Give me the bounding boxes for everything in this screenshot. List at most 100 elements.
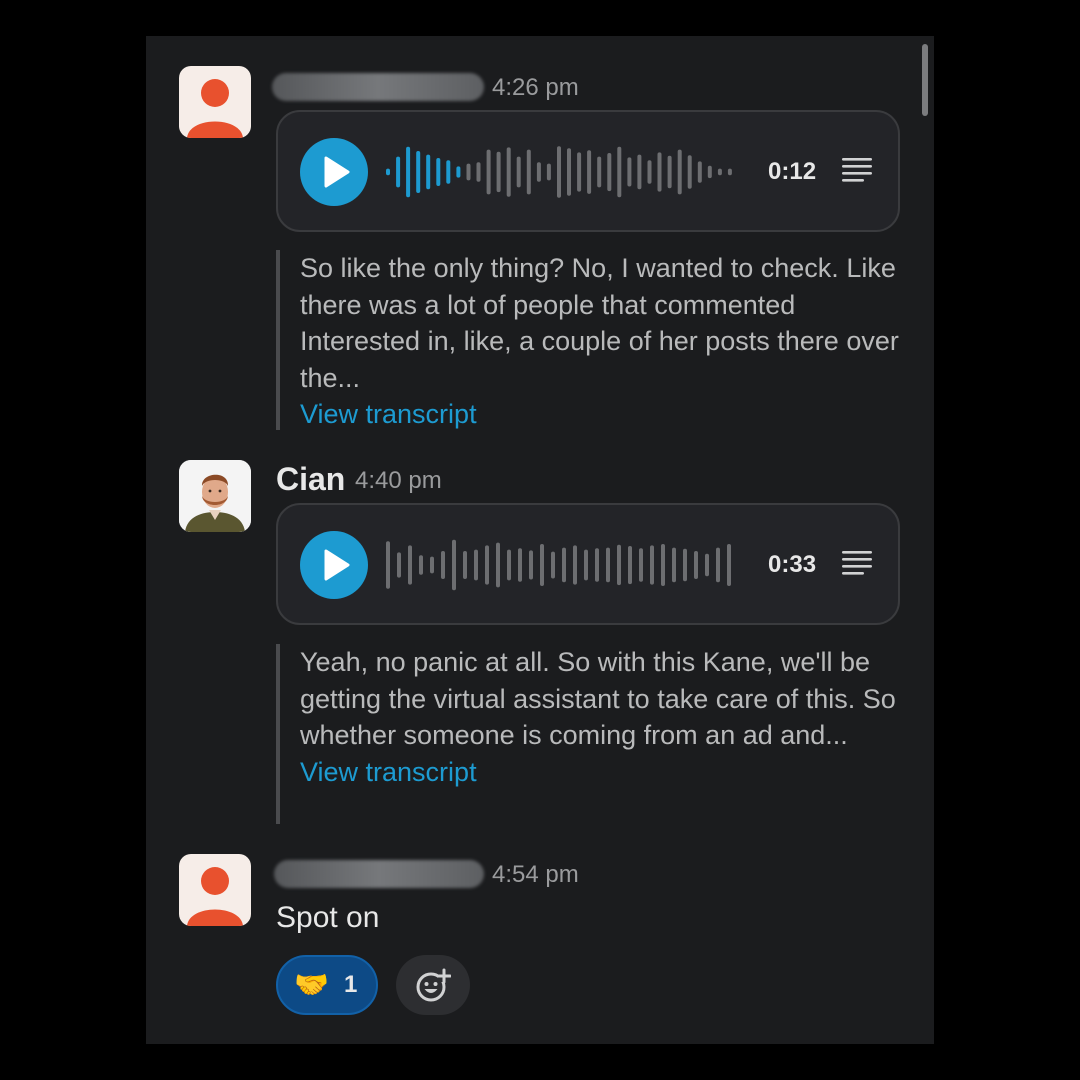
reaction-pill[interactable]: 🤝 1 [276,955,378,1015]
lines-icon[interactable] [840,156,874,186]
waveform-bar [647,160,652,184]
waveform-bar [466,163,471,181]
waveform-bar [436,158,441,186]
waveform-bar [386,168,390,176]
play-icon [324,156,350,188]
waveform-bar [567,148,571,196]
waveform-bar [716,547,720,583]
waveform-bar [456,166,461,178]
waveform-bar [607,153,612,192]
waveform-bar [496,151,501,193]
waveform-bar [551,551,555,579]
waveform-bar [687,155,692,189]
audio-clip: 0:33 [276,503,900,625]
add-emoji-icon [416,968,451,1002]
waveform-bar [506,147,511,197]
waveform-bar [408,545,412,585]
waveform-bar [606,547,610,583]
waveform-bar [486,149,491,195]
waveform-bar [426,154,431,190]
timestamp[interactable]: 4:40 pm [355,467,442,495]
waveform-bar [446,160,451,184]
waveform-bar [707,165,712,179]
waveform-bar [562,547,566,583]
waveform-bar [476,162,481,182]
waveform-bar [419,555,423,575]
transcript-preview: So like the only thing? No, I wanted to … [276,250,900,430]
waveform-bar [683,548,687,582]
add-reaction-button[interactable] [396,955,470,1015]
avatar[interactable] [179,460,251,532]
waveform-bar [557,146,561,198]
waveform[interactable] [384,535,744,595]
waveform-bar [661,544,665,586]
waveform-bar [727,168,732,176]
message-body: Spot on [276,901,380,934]
waveform-bar [573,545,577,585]
waveform-bar [416,151,421,193]
username-redacted[interactable] [274,860,484,888]
transcript-text: Yeah, no panic at all. So with this Kane… [300,647,896,750]
audio-duration: 0:12 [768,158,817,185]
waveform-bar [597,156,602,188]
reaction-count: 1 [344,971,358,998]
waveform-bar [518,548,522,582]
waveform-bar [617,146,622,198]
username-redacted[interactable] [272,73,484,101]
waveform-bar [507,549,511,581]
waveform-bar [717,168,722,176]
waveform-bar [474,549,478,581]
waveform-bar [516,156,521,188]
waveform-bar [627,157,632,187]
waveform-bar [540,544,544,586]
waveform-bar [526,149,531,195]
waveform-bar [396,156,401,188]
view-transcript-link[interactable]: View transcript [300,754,900,790]
waveform-bar [584,549,588,581]
username[interactable]: Cian [276,461,345,497]
timestamp[interactable]: 4:26 pm [492,74,579,102]
waveform[interactable] [384,142,744,202]
waveform-bar [496,542,500,588]
waveform-bar [577,152,582,192]
audio-duration: 0:33 [768,551,817,578]
waveform-bar [657,152,662,192]
waveform-bar [536,162,541,182]
waveform-bar [452,539,456,591]
user-avatar-icon [187,79,243,138]
waveform-bar [546,163,551,181]
avatar[interactable] [179,66,251,138]
waveform-bar [677,149,682,195]
avatar[interactable] [179,854,251,926]
audio-clip: 0:12 [276,110,900,232]
play-button[interactable] [300,138,368,206]
waveform-bar [430,556,434,574]
waveform-bar [667,155,672,189]
waveform-bar [397,552,401,578]
waveform-bar [637,154,642,190]
lines-icon[interactable] [840,549,874,579]
play-icon [324,549,350,581]
cian-photo [179,460,251,532]
waveform-bar [727,544,731,586]
waveform-bar [639,548,643,582]
timestamp[interactable]: 4:54 pm [492,861,579,889]
waveform-bar [650,545,654,585]
waveform-bar [694,551,698,579]
transcript-preview: Yeah, no panic at all. So with this Kane… [276,644,900,824]
waveform-bar [628,546,632,585]
play-button[interactable] [300,531,368,599]
view-transcript-link[interactable]: View transcript [300,396,900,432]
scrollbar[interactable] [922,44,928,116]
waveform-bar [406,146,411,198]
waveform-bar [485,545,489,585]
waveform-bar [697,161,702,183]
waveform-bar [672,547,676,583]
user-avatar-icon [187,867,243,926]
transcript-text: So like the only thing? No, I wanted to … [300,253,899,393]
waveform-bar [705,553,709,577]
waveform-bar [617,544,621,586]
waveform-bar [529,550,533,580]
waveform-bar [595,548,599,582]
waveform-bar [441,551,445,579]
